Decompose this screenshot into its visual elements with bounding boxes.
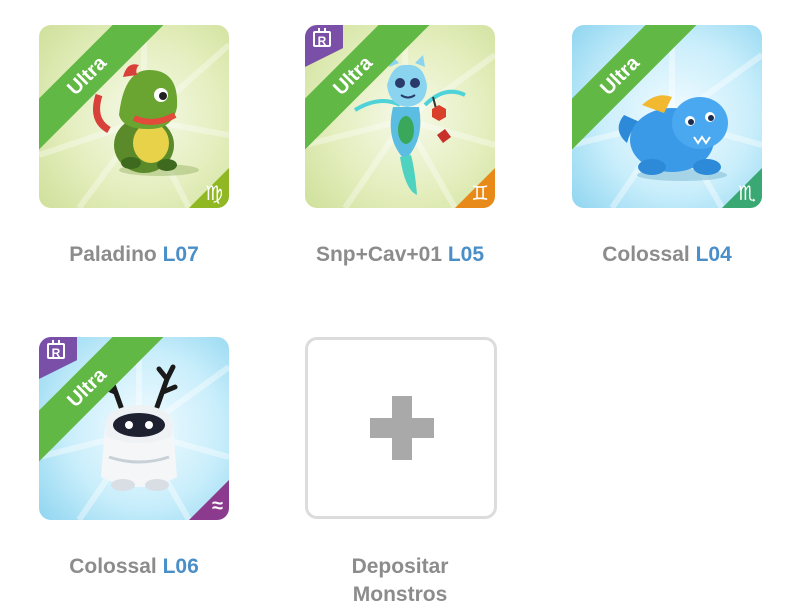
monster-name: Paladino	[69, 243, 157, 266]
zodiac-badge: ♍	[189, 168, 229, 208]
monster-card-snp-cav-01[interactable]: Ultra R ♊	[305, 25, 495, 208]
monster-level: L04	[695, 243, 732, 266]
virgo-icon: ♍	[205, 183, 223, 205]
monster-name: Snp+Cav+01	[315, 243, 443, 266]
aquarius-icon: ≈	[212, 495, 223, 517]
gemini-icon: ♊	[471, 183, 489, 205]
deposit-label-line1: Depositar	[351, 555, 449, 578]
monster-label: Paladino L07	[14, 243, 254, 267]
monster-name: Colossal	[69, 555, 157, 578]
monster-label: Colossal L06	[14, 555, 254, 579]
monster-label: Colossal L04	[547, 243, 787, 267]
rare-calendar-icon: R	[47, 340, 65, 360]
monster-level: L07	[162, 243, 199, 266]
monster-card-colossal-l04[interactable]: Ultra ♏	[572, 25, 762, 208]
zodiac-badge: ♏	[722, 168, 762, 208]
monster-level: L05	[447, 243, 485, 266]
monster-card-paladino[interactable]: Ultra ♍	[39, 25, 229, 208]
monster-name: Colossal	[602, 243, 690, 266]
deposit-label-line2: Monstros	[352, 583, 448, 606]
monster-card-colossal-l06[interactable]: Ultra R ≈	[39, 337, 229, 520]
scorpio-icon: ♏	[738, 183, 756, 205]
deposit-monsters-button[interactable]	[305, 337, 497, 519]
plus-icon-bar	[370, 418, 434, 438]
monster-level: L06	[162, 555, 199, 578]
monster-label: Snp+Cav+01 L05	[280, 243, 520, 267]
zodiac-badge: ≈	[189, 480, 229, 520]
deposit-monsters-label: Depositar Monstros	[280, 553, 520, 609]
zodiac-badge: ♊	[455, 168, 495, 208]
rare-calendar-icon: R	[313, 28, 331, 48]
